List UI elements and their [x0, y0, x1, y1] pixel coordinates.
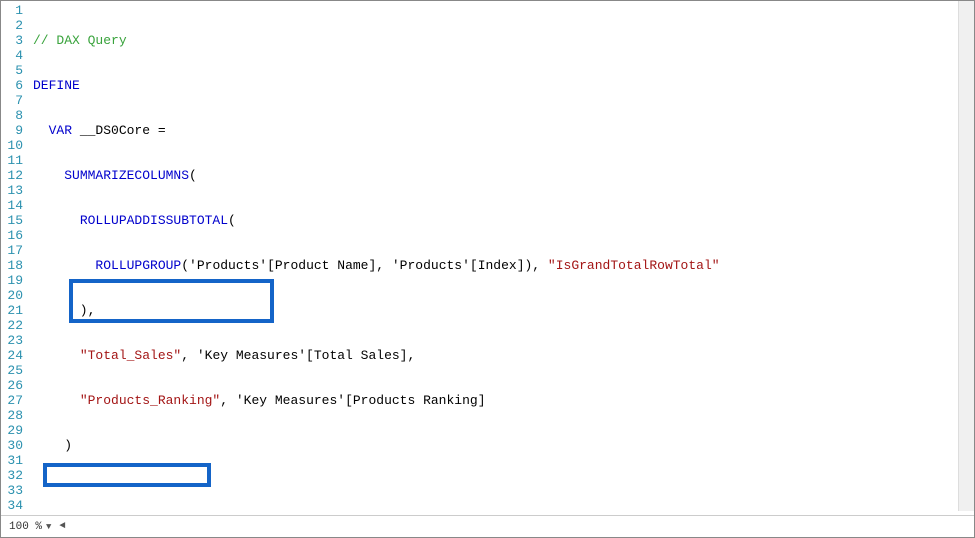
status-bar: 100 % ▼ ◄ — [1, 515, 974, 537]
zoom-dropdown-icon[interactable]: ▼ — [46, 522, 51, 532]
line-number-gutter: 1234567891011121314151617181920212223242… — [1, 1, 29, 511]
string-literal: "IsGrandTotalRowTotal" — [548, 258, 720, 273]
code-text: , 'Key Measures'[Total Sales], — [181, 348, 415, 363]
func-summarizecolumns: SUMMARIZECOLUMNS — [64, 168, 189, 183]
vertical-scrollbar[interactable] — [958, 1, 974, 511]
func-rollupaddissubtotal: ROLLUPADDISSUBTOTAL — [80, 213, 228, 228]
code-editor[interactable]: 1234567891011121314151617181920212223242… — [1, 1, 974, 511]
code-text: ) — [33, 438, 72, 453]
scroll-left-icon[interactable]: ◄ — [59, 521, 65, 532]
code-text: ('Products'[Product Name], 'Products'[In… — [181, 258, 548, 273]
string-literal: "Products_Ranking" — [80, 393, 220, 408]
func-rollupgroup: ROLLUPGROUP — [95, 258, 181, 273]
zoom-level[interactable]: 100 % — [9, 521, 42, 533]
code-text: ), — [33, 303, 95, 318]
code-text: __DS0Core = — [72, 123, 166, 138]
code-text: ( — [228, 213, 236, 228]
code-comment: // DAX Query — [33, 33, 127, 48]
code-area[interactable]: // DAX Query DEFINE VAR __DS0Core = SUMM… — [29, 1, 974, 511]
keyword-var: VAR — [33, 123, 72, 138]
keyword-define: DEFINE — [33, 78, 80, 93]
string-literal: "Total_Sales" — [80, 348, 181, 363]
code-text: , 'Key Measures'[Products Ranking] — [220, 393, 485, 408]
code-text: ( — [189, 168, 197, 183]
